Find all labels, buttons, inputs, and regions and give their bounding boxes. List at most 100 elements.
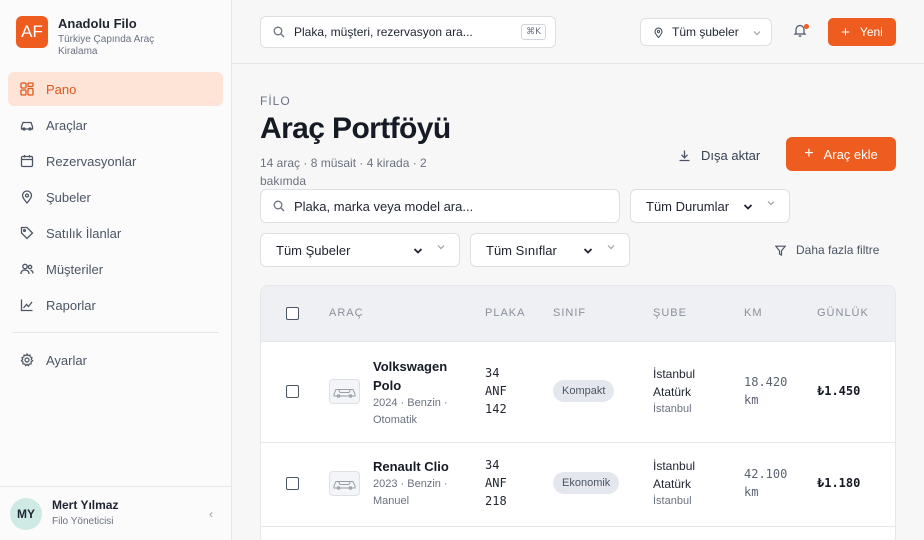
vehicle-meta: Manuel xyxy=(373,495,410,507)
car-icon xyxy=(20,121,34,131)
column-header-gunluk[interactable]: GÜNLÜK xyxy=(817,307,869,319)
table-row[interactable]: Renault Clio 2023 · Benzin · Manuel 34 A… xyxy=(261,443,895,527)
km-value: 18.420 xyxy=(744,375,788,389)
column-header-sube[interactable]: ŞUBE xyxy=(653,307,687,319)
class-badge: Kompakt xyxy=(553,380,615,402)
page-eyebrow: FİLO xyxy=(260,94,291,108)
sidebar-item-label: Şubeler xyxy=(46,189,91,205)
column-header-plaka[interactable]: PLAKA xyxy=(485,307,525,319)
sidebar-item-raporlar[interactable]: Raporlar xyxy=(8,288,223,322)
tag-icon xyxy=(20,226,34,240)
sidebar-divider xyxy=(12,332,219,333)
sidebar-item-pano[interactable]: Pano xyxy=(8,72,223,106)
branch-filter-select[interactable]: Tüm Şubeler xyxy=(260,233,460,267)
plate-part: 218 xyxy=(485,494,507,508)
new-button[interactable]: + Yeni xyxy=(828,18,896,46)
sidebar-item-satilik-ilanlar[interactable]: Satılık İlanlar xyxy=(8,216,223,250)
vehicle-info: Volkswagen Polo 2024 · Benzin · Otomatik xyxy=(373,357,448,429)
car-icon xyxy=(333,480,356,490)
add-vehicle-label: Araç ekle xyxy=(823,146,878,162)
search-icon xyxy=(273,26,285,38)
sidebar-item-label: Müşteriler xyxy=(46,261,104,277)
plate-part: 34 xyxy=(485,458,500,472)
user-role: Filo Yöneticisi xyxy=(52,516,114,527)
column-header-km[interactable]: KM xyxy=(744,307,763,319)
search-icon xyxy=(273,200,285,212)
brand-name: Anadolu Filo xyxy=(58,16,137,31)
daily-price: ₺1.450 xyxy=(817,384,861,398)
km-cell: 42.100 km xyxy=(744,465,787,501)
sidebar-item-label: Araçlar xyxy=(46,117,88,133)
chevron-down-icon xyxy=(767,201,775,206)
column-header-arac[interactable]: ARAÇ xyxy=(329,307,364,319)
branch-city: İstanbul xyxy=(653,403,692,415)
user-name: Mert Yılmaz xyxy=(52,498,119,512)
branch-name: Atatürk xyxy=(653,477,692,491)
plus-icon: + xyxy=(804,145,814,162)
sidebar-item-label: Satılık İlanlar xyxy=(46,225,122,241)
sidebar-item-label: Ayarlar xyxy=(46,352,87,368)
vehicle-meta: 2023 · Benzin · xyxy=(373,478,448,490)
chevron-down-icon xyxy=(743,204,753,210)
topbar: Plaka, müşteri, rezervasyon ara... ⌘K Tü… xyxy=(232,0,924,64)
chevron-down-icon xyxy=(413,248,423,254)
vehicle-name[interactable]: Renault Clio xyxy=(373,457,449,476)
table-header: ARAÇ PLAKA SINIF ŞUBE KM GÜNLÜK xyxy=(261,286,895,342)
sidebar-item-label: Rezervasyonlar xyxy=(46,153,137,169)
vehicle-search-input[interactable]: Plaka, marka veya model ara... xyxy=(260,189,620,223)
row-checkbox[interactable] xyxy=(286,385,299,398)
plate-part: ANF xyxy=(485,384,507,398)
brand[interactable]: AF Anadolu Filo Türkiye Çapında Araç Kir… xyxy=(16,16,188,58)
notification-dot xyxy=(804,24,809,29)
status-select-value: Tüm Durumlar xyxy=(646,198,730,214)
plus-icon: + xyxy=(841,23,850,41)
sidebar-item-label: Raporlar xyxy=(46,297,96,313)
vehicle-name[interactable]: Volkswagen xyxy=(373,357,448,376)
map-pin-icon xyxy=(21,190,33,204)
column-header-sinif[interactable]: SINIF xyxy=(553,307,586,319)
car-icon xyxy=(333,388,356,398)
add-vehicle-button[interactable]: + Araç ekle xyxy=(786,137,896,171)
row-checkbox[interactable] xyxy=(286,477,299,490)
chevron-down-icon xyxy=(753,31,761,36)
plate: 34 ANF 218 xyxy=(485,456,507,510)
select-all-checkbox[interactable] xyxy=(286,307,299,320)
export-button[interactable]: Dışa aktar xyxy=(678,146,760,164)
avatar: MY xyxy=(10,497,42,530)
km-unit: km xyxy=(744,485,759,499)
vehicle-meta: Otomatik xyxy=(373,414,418,426)
vehicle-table: ARAÇ PLAKA SINIF ŞUBE KM GÜNLÜK Volkswag… xyxy=(260,285,896,540)
global-search-input[interactable]: Plaka, müşteri, rezervasyon ara... ⌘K xyxy=(260,16,556,48)
plate-part: ANF xyxy=(485,476,507,490)
more-filters-label: Daha fazla filtre xyxy=(796,243,880,257)
sidebar-item-ayarlar[interactable]: Ayarlar xyxy=(8,343,223,377)
branch-city: İstanbul xyxy=(653,495,692,507)
branch-cell: İstanbul Atatürk İstanbul xyxy=(653,365,695,418)
user-profile[interactable]: MY Mert Yılmaz Filo Yöneticisi ‹ xyxy=(0,486,231,540)
vehicle-name[interactable]: Polo xyxy=(373,376,448,395)
chevron-left-icon[interactable]: ‹ xyxy=(209,507,213,521)
status-select[interactable]: Tüm Durumlar xyxy=(630,189,790,223)
sidebar-nav: Pano Araçlar Rezervasyonlar Şubeler Satı… xyxy=(8,72,223,379)
plate-part: 34 xyxy=(485,366,500,380)
more-filters-button[interactable]: Daha fazla filtre xyxy=(775,243,879,257)
class-badge: Ekonomik xyxy=(553,472,620,494)
chevron-down-icon xyxy=(583,248,593,254)
daily-price: ₺1.180 xyxy=(817,476,861,490)
sidebar-item-araclar[interactable]: Araçlar xyxy=(8,108,223,142)
table-row[interactable]: Volkswagen Polo 2024 · Benzin · Otomatik… xyxy=(261,343,895,443)
sidebar-item-musteriler[interactable]: Müşteriler xyxy=(8,252,223,286)
sidebar-item-rezervasyonlar[interactable]: Rezervasyonlar xyxy=(8,144,223,178)
branch-select[interactable]: Tüm şubeler xyxy=(640,18,772,46)
plate: 34 ANF 142 xyxy=(485,364,507,418)
calendar-icon xyxy=(20,155,34,168)
class-filter-select[interactable]: Tüm Sınıflar xyxy=(470,233,630,267)
branch-name: İstanbul xyxy=(653,367,696,381)
sidebar-item-subeler[interactable]: Şubeler xyxy=(8,180,223,214)
vehicle-info: Renault Clio 2023 · Benzin · Manuel xyxy=(373,457,449,510)
km-unit: km xyxy=(744,393,759,407)
brand-tagline: Türkiye Çapında Araç Kiralama xyxy=(58,34,155,57)
chevron-down-icon xyxy=(607,245,615,250)
vehicle-meta: 2024 · Benzin · xyxy=(373,397,448,409)
branch-name: Atatürk xyxy=(653,385,692,399)
